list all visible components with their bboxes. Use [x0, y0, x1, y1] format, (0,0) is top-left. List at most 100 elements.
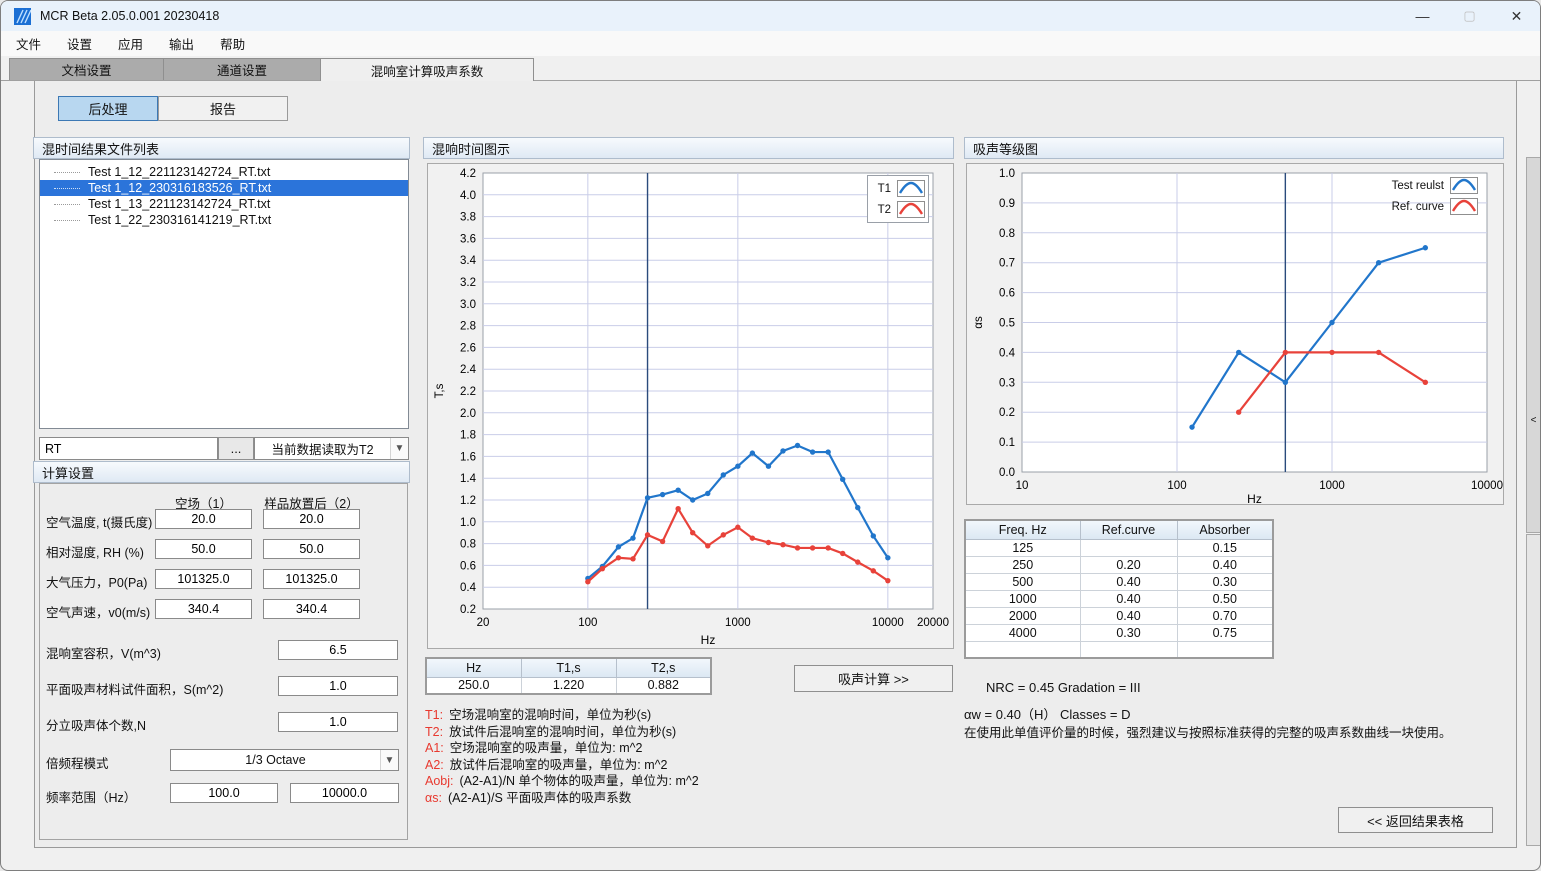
env-input-col2[interactable] [263, 509, 360, 529]
file-name: Test 1_12_221123142724_RT.txt [88, 165, 270, 179]
collapse-panel-strip[interactable]: < [1526, 157, 1541, 533]
legend-label: T2 [878, 204, 891, 216]
svg-text:0.4: 0.4 [460, 582, 477, 594]
tab-2[interactable]: 通道设置 [163, 58, 321, 80]
data-mode-dropdown[interactable]: 当前数据读取为T2 ▼ [254, 437, 409, 460]
svg-text:2.4: 2.4 [460, 364, 477, 376]
env-row-label: 相对湿度, RH (%) [46, 542, 144, 561]
svg-text:0.1: 0.1 [999, 437, 1015, 449]
rt-value-table: HzT1,sT2,s250.01.2200.882 [425, 657, 712, 695]
legend-label: Test reulst [1392, 180, 1444, 192]
env-input-col2[interactable] [263, 539, 360, 559]
rt-chart: 0.20.40.60.81.01.21.41.61.82.02.22.42.62… [427, 163, 954, 649]
svg-text:0.6: 0.6 [460, 560, 476, 572]
table-cell: 250.0 [426, 677, 521, 694]
svg-text:2.2: 2.2 [460, 386, 476, 398]
env-input-col1[interactable] [155, 599, 252, 619]
note-key: A2: [425, 758, 444, 772]
env-input-col2[interactable] [263, 599, 360, 619]
tree-branch-icon [54, 220, 80, 221]
menu-item-1[interactable]: 文件 [3, 34, 54, 53]
env-input-col1[interactable] [155, 569, 252, 589]
svg-text:0.8: 0.8 [460, 539, 476, 551]
note-text: 放试件后混响室的吸声量，单位为: m^2 [450, 758, 668, 772]
table-cell: 125 [965, 539, 1080, 556]
note-line: αs:(A2-A1)/S 平面吸声体的吸声系数 [425, 790, 699, 807]
nrc-result: NRC = 0.45 Gradation = III [986, 680, 1141, 695]
param-input[interactable] [278, 676, 398, 696]
absorption-calc-button[interactable]: 吸声计算 >> [794, 665, 953, 692]
svg-text:0.8: 0.8 [999, 228, 1015, 240]
chevron-down-icon[interactable]: ▼ [380, 750, 398, 770]
table-cell [1080, 641, 1177, 658]
menu-item-5[interactable]: 帮助 [207, 34, 258, 53]
file-list-item[interactable]: Test 1_12_221123142724_RT.txt [40, 164, 408, 180]
chevron-down-icon[interactable]: ▼ [390, 438, 408, 459]
svg-text:1.0: 1.0 [999, 168, 1015, 180]
svg-text:0.6: 0.6 [999, 288, 1015, 300]
file-list-item[interactable]: Test 1_12_230316183526_RT.txt [40, 180, 408, 196]
table-cell: 0.50 [1177, 590, 1273, 607]
maximize-button[interactable]: ▢ [1446, 1, 1493, 31]
octave-mode-dropdown[interactable]: 1/3 Octave ▼ [170, 749, 399, 771]
minimize-button[interactable]: — [1399, 1, 1446, 31]
file-list-item[interactable]: Test 1_13_221123142724_RT.txt [40, 196, 408, 212]
svg-text:100: 100 [578, 617, 597, 629]
table-cell [1177, 641, 1273, 658]
menu-item-2[interactable]: 设置 [54, 34, 105, 53]
table-header-cell: Freq. Hz [965, 520, 1080, 539]
table-header-cell: Ref.curve [1080, 520, 1177, 539]
menu-item-4[interactable]: 输出 [156, 34, 207, 53]
legend-curve-icon [897, 201, 925, 218]
browse-button[interactable]: ... [218, 437, 254, 460]
svg-text:1.0: 1.0 [460, 517, 476, 529]
table-cell: 0.40 [1177, 556, 1273, 573]
absorption-table: Freq. HzRef.curveAbsorber1250.152500.200… [964, 519, 1274, 659]
file-list-item[interactable]: Test 1_22_230316141219_RT.txt [40, 212, 408, 228]
collapse-left-icon[interactable]: < [1531, 415, 1537, 532]
env-input-col1[interactable] [155, 539, 252, 559]
table-header-cell: Absorber [1177, 520, 1273, 539]
svg-text:0.0: 0.0 [999, 467, 1015, 479]
env-input-col2[interactable] [263, 569, 360, 589]
note-line: A2: 放试件后混响室的吸声量，单位为: m^2 [425, 757, 699, 774]
rt-name-input[interactable] [39, 437, 218, 460]
absorption-chart-legend: Test reulst Ref. curve [1346, 175, 1478, 217]
tab-3[interactable]: 混响室计算吸声系数 [320, 58, 534, 81]
env-input-col1[interactable] [155, 509, 252, 529]
svg-text:0.5: 0.5 [999, 318, 1015, 330]
param-input[interactable] [278, 640, 398, 660]
table-cell: 0.40 [1080, 607, 1177, 624]
single-value-note: 在使用此单值评价量的时候，强烈建议与按照标准获得的完整的吸声系数曲线一块使用。 [964, 722, 1452, 741]
alpha-w-result: αw = 0.40（H） Classes = D [964, 704, 1130, 723]
note-text: 空场混响室的混响时间，单位为秒(s) [449, 708, 651, 722]
close-button[interactable]: ✕ [1493, 1, 1540, 31]
freq-max-input[interactable] [290, 783, 399, 803]
menu-item-3[interactable]: 应用 [105, 34, 156, 53]
svg-text:20: 20 [477, 617, 490, 629]
rt-chart-svg: 0.20.40.60.81.01.21.41.61.82.02.22.42.62… [428, 164, 953, 648]
file-name: Test 1_12_230316183526_RT.txt [88, 181, 271, 195]
svg-text:0.3: 0.3 [999, 377, 1015, 389]
octave-mode-label: 倍频程模式 [46, 753, 109, 772]
svg-text:3.0: 3.0 [460, 299, 476, 311]
freq-min-input[interactable] [170, 783, 278, 803]
table-cell: 0.15 [1177, 539, 1273, 556]
tab-1[interactable]: 文档设置 [9, 58, 164, 80]
table-header-cell: Hz [426, 658, 521, 677]
table-cell: 0.30 [1080, 624, 1177, 641]
rt-file-list: Test 1_12_221123142724_RT.txt Test 1_12_2… [39, 159, 409, 429]
table-row [965, 641, 1273, 658]
legend-label: T1 [878, 183, 891, 195]
abs-chart-header: 吸声等级图 [964, 137, 1504, 159]
note-line: T2:放试件后混响室的混响时间，单位为秒(s) [425, 724, 699, 741]
legend-entry: Ref. curve [1346, 196, 1478, 217]
splitter-lower-strip [1526, 534, 1541, 846]
back-to-results-button[interactable]: << 返回结果表格 [1338, 807, 1493, 833]
tree-branch-icon [54, 188, 80, 189]
note-line: T1:空场混响室的混响时间，单位为秒(s) [425, 707, 699, 724]
note-line: A1:空场混响室的吸声量，单位为: m^2 [425, 740, 699, 757]
param-input[interactable] [278, 712, 398, 732]
subtab-1[interactable]: 后处理 [58, 96, 158, 121]
subtab-2[interactable]: 报告 [158, 96, 288, 121]
